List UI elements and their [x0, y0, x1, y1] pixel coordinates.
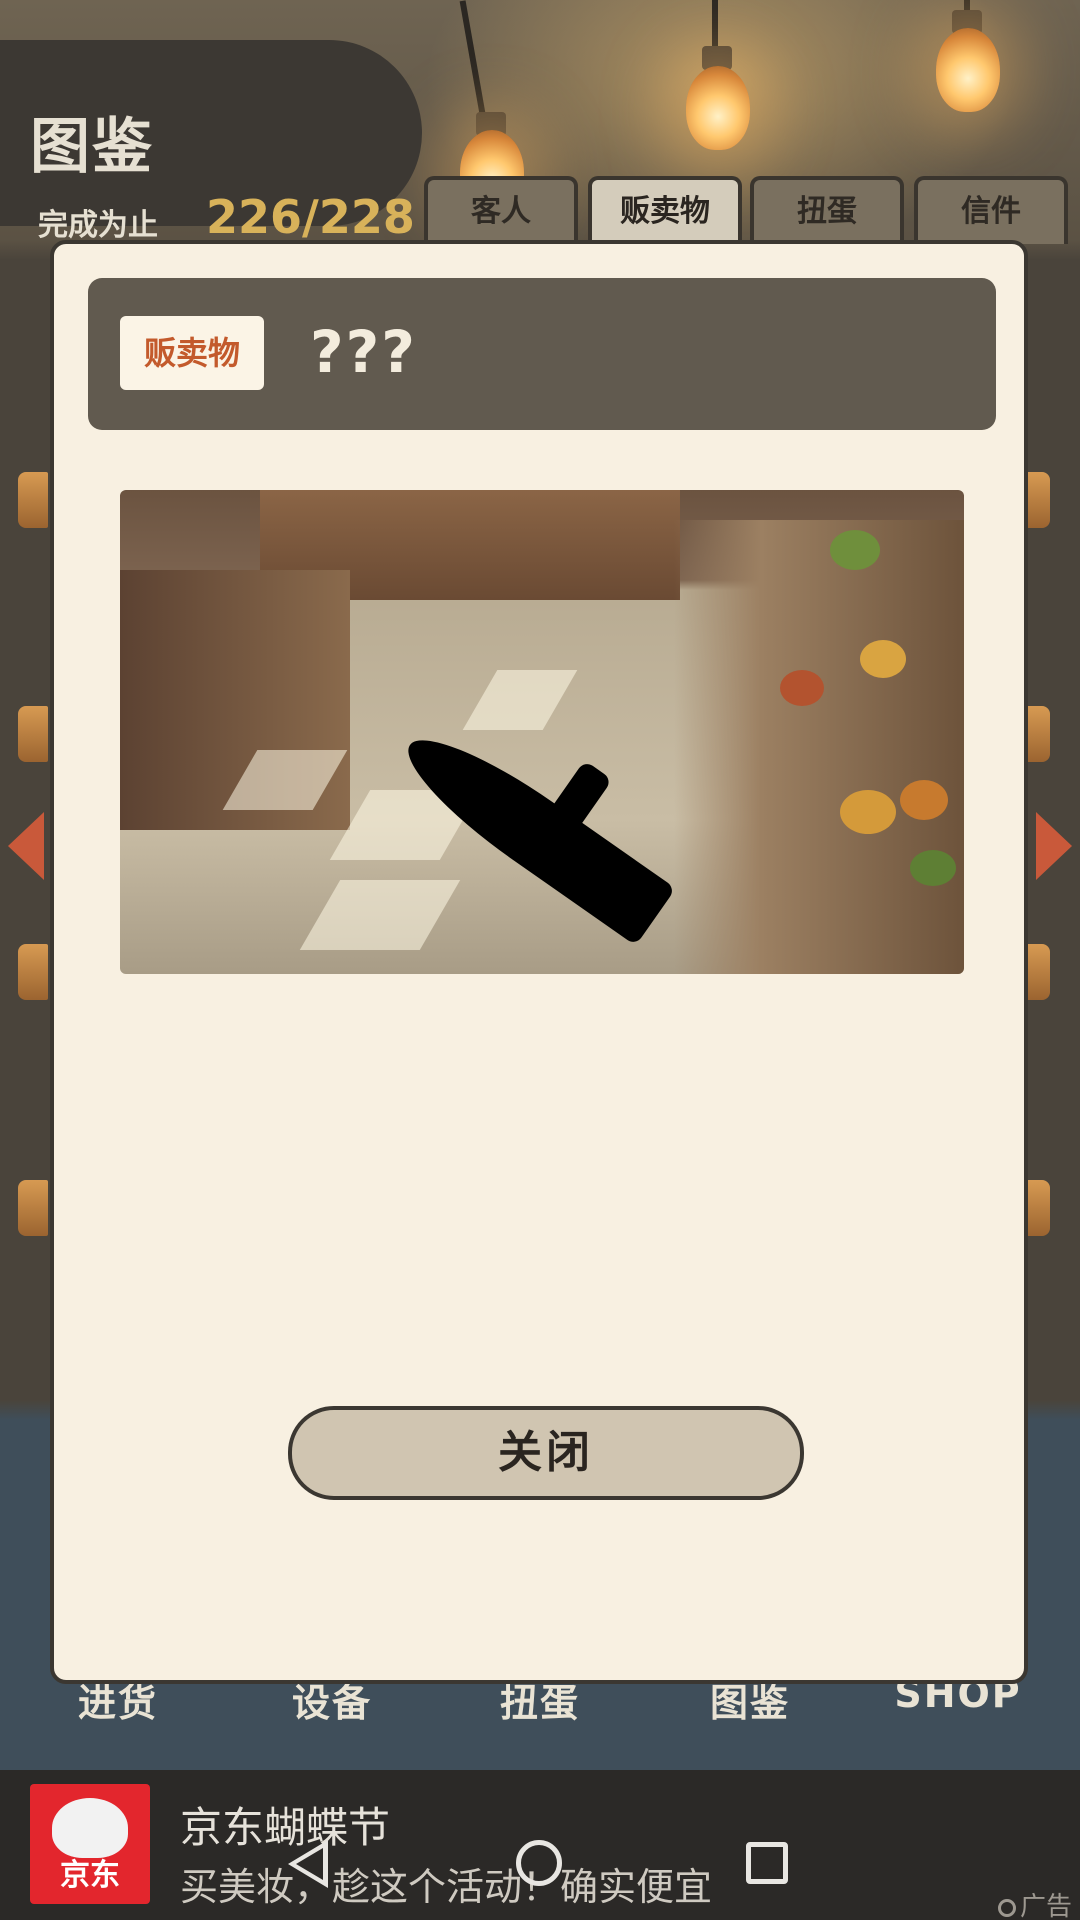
side-crate — [18, 944, 48, 1000]
tab-goods[interactable]: 贩卖物 — [588, 176, 742, 244]
item-detail-dialog: 贩卖物 ??? 关闭 — [50, 240, 1028, 1684]
item-name: ??? — [310, 318, 417, 386]
prev-page-arrow-icon[interactable] — [8, 812, 44, 880]
next-page-arrow-icon[interactable] — [1036, 812, 1072, 880]
ad-info-icon — [997, 1899, 1016, 1917]
ad-subtitle: 买美妆，趁这个活动！确实便宜 — [180, 1865, 713, 1909]
scene-light-patch — [462, 670, 578, 730]
lamp-wire — [712, 0, 718, 50]
game-screen: 图鉴 完成为止 226/228 客人 贩卖物 扭蛋 信件 进货 设备 扭蛋 图鉴… — [0, 0, 1080, 1920]
system-home-icon[interactable] — [516, 1840, 562, 1886]
side-crate — [18, 1180, 48, 1236]
jd-logo: 京东 — [30, 1784, 150, 1904]
light-bulb — [686, 66, 750, 150]
scene-produce — [910, 850, 956, 886]
scene-produce — [780, 670, 824, 706]
scene-produce — [840, 790, 896, 834]
scene-produce — [830, 530, 880, 570]
ad-title: 京东蝴蝶节 — [180, 1803, 391, 1852]
scene-produce — [900, 780, 948, 820]
tab-letters[interactable]: 信件 — [914, 176, 1068, 244]
scene-light-patch — [299, 880, 461, 950]
ad-tag[interactable]: 广告 — [997, 1886, 1072, 1920]
page-title: 图鉴 — [30, 112, 154, 182]
scene-shelf-right — [674, 520, 964, 974]
light-bulb — [936, 28, 1000, 112]
system-back-icon-inner — [296, 1848, 323, 1880]
jd-dog-icon — [52, 1798, 128, 1858]
close-button[interactable]: 关闭 — [288, 1406, 804, 1500]
side-crate — [18, 472, 48, 528]
progress-count: 226/228 — [206, 190, 415, 244]
category-badge: 贩卖物 — [120, 316, 264, 390]
system-recents-icon[interactable] — [746, 1842, 788, 1884]
ad-tag-label: 广告 — [1019, 1892, 1072, 1920]
tab-gacha[interactable]: 扭蛋 — [750, 176, 904, 244]
item-preview-image — [120, 490, 964, 974]
tab-guests[interactable]: 客人 — [424, 176, 578, 244]
progress-label: 完成为止 — [38, 208, 158, 243]
side-crate — [18, 706, 48, 762]
encyclopedia-header: 图鉴 完成为止 226/228 — [0, 40, 422, 244]
scene-produce — [860, 640, 906, 678]
item-header: 贩卖物 ??? — [88, 278, 996, 430]
ad-logo-text: 京东 — [60, 1858, 120, 1893]
